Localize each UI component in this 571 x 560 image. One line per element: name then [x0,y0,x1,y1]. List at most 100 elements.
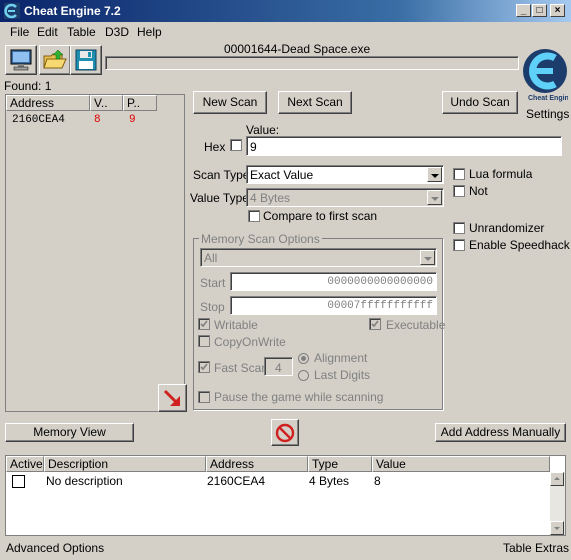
results-header-value[interactable]: V.. [90,95,123,111]
speedhack-label: Enable Speedhack [469,238,570,252]
hex-label: Hex [204,140,226,154]
advanced-options-link[interactable]: Advanced Options [6,541,104,555]
last-digits-label: Last Digits [314,368,371,382]
row-address: 2160CEA4 [207,474,266,488]
not-label: Not [469,184,488,198]
menu-edit[interactable]: Edit [37,25,58,39]
memory-region-dropdown-icon[interactable] [420,250,435,265]
value-type-select[interactable]: 4 Bytes [246,188,444,207]
row-type: 4 Bytes [309,474,350,488]
hex-checkbox[interactable] [230,139,242,151]
scan-type-select[interactable]: Exact Value [246,165,444,184]
pause-game-label: Pause the game while scanning [214,390,384,404]
computer-icon [10,49,32,71]
undo-scan-button[interactable]: Undo Scan [442,91,518,114]
scan-type-dropdown-icon[interactable] [427,167,442,182]
compare-first-checkbox[interactable] [248,210,260,222]
value-input[interactable]: 9 [246,136,562,156]
menu-bar: File Edit Table D3D Help [0,22,571,40]
unrandomizer-label: Unrandomizer [469,221,545,235]
alignment-radio[interactable] [298,353,309,364]
stop-label: Stop [200,300,225,314]
copy-on-write-checkbox[interactable] [198,335,210,347]
cheat-engine-logo-icon[interactable]: Cheat Engine [522,41,568,105]
lua-formula-checkbox[interactable] [453,168,465,180]
close-button[interactable]: × [550,4,565,17]
maximize-button[interactable]: □ [532,4,547,17]
compare-first-label: Compare to first scan [263,209,378,223]
menu-help[interactable]: Help [137,25,162,39]
menu-d3d[interactable]: D3D [105,25,129,39]
window-title: Cheat Engine 7.2 [24,4,121,18]
table-row[interactable]: No description 2160CEA4 4 Bytes 8 [6,472,550,490]
scan-progress-bar [105,56,519,70]
fast-scan-checkbox[interactable] [198,361,210,373]
menu-table[interactable]: Table [67,25,96,39]
add-address-manually-button[interactable]: Add Address Manually [435,423,566,442]
found-count: Found: 1 [4,79,52,93]
executable-checkbox[interactable] [369,318,381,330]
active-checkbox[interactable] [12,475,25,488]
scroll-up-icon[interactable] [550,472,564,486]
speedhack-checkbox[interactable] [453,239,465,251]
start-label: Start [200,276,226,290]
checkmark-icon [200,363,208,371]
fast-scan-label: Fast Scan [214,361,269,375]
lua-formula-label: Lua formula [469,167,533,181]
memory-view-button[interactable]: Memory View [5,423,134,442]
cheat-table[interactable]: Active Description Address Type Value No… [5,455,566,536]
result-address: 2160CEA4 [12,114,65,126]
memory-region-select[interactable]: All [200,248,437,267]
process-name: 00001644-Dead Space.exe [224,42,371,56]
checkmark-icon [200,320,208,328]
add-to-list-button[interactable] [158,384,187,412]
save-button[interactable] [70,45,102,75]
table-header-type[interactable]: Type [308,456,372,472]
scroll-down-icon[interactable] [550,521,564,535]
open-process-button[interactable] [5,45,37,75]
writable-checkbox[interactable] [198,318,210,330]
table-scrollbar[interactable] [550,472,565,535]
memory-scan-options-title: Memory Scan Options [199,232,322,246]
menu-file[interactable]: File [10,25,29,39]
floppy-disk-icon [75,49,97,71]
start-address-input[interactable]: 0000000000000000 [230,272,437,291]
table-extras-link[interactable]: Table Extras [503,541,569,555]
minimize-button[interactable]: _ [516,4,531,17]
alignment-label: Alignment [314,351,368,365]
value-type-dropdown-icon[interactable] [427,190,442,205]
cheat-engine-app-icon [4,3,20,19]
row-value: 8 [374,474,381,488]
stop-address-input[interactable]: 00007fffffffffff [230,296,437,315]
svg-text:Cheat Engine: Cheat Engine [528,95,568,102]
result-row[interactable]: 2160CEA4 8 9 [6,112,184,128]
writable-label: Writable [214,318,258,332]
no-entry-icon [275,423,295,443]
stop-button[interactable] [271,419,299,446]
scan-type-label: Scan Type [193,168,250,182]
settings-link[interactable]: Settings [526,107,569,121]
table-header-address[interactable]: Address [206,456,308,472]
table-header-value[interactable]: Value [372,456,550,472]
folder-open-icon [43,49,67,69]
result-value: 8 [94,114,101,126]
not-checkbox[interactable] [453,185,465,197]
copy-on-write-label: CopyOnWrite [214,335,286,349]
red-arrow-icon [163,389,180,406]
table-header-description[interactable]: Description [44,456,206,472]
last-digits-radio[interactable] [298,370,309,381]
open-file-button[interactable] [39,45,71,75]
results-header-previous[interactable]: P.. [123,95,157,111]
fast-scan-input[interactable]: 4 [264,357,293,376]
pause-game-checkbox[interactable] [198,391,210,403]
title-bar[interactable]: Cheat Engine 7.2 _ □ × [0,0,571,22]
result-previous: 9 [129,114,136,126]
value-label: Value: [246,123,280,137]
unrandomizer-checkbox[interactable] [453,222,465,234]
scan-results-list[interactable]: Address V.. P.. 2160CEA4 8 9 [5,94,185,412]
next-scan-button[interactable]: Next Scan [278,91,352,114]
table-header-active[interactable]: Active [6,456,44,472]
results-header-address[interactable]: Address [6,95,90,111]
row-description: No description [46,474,123,488]
new-scan-button[interactable]: New Scan [193,91,267,114]
